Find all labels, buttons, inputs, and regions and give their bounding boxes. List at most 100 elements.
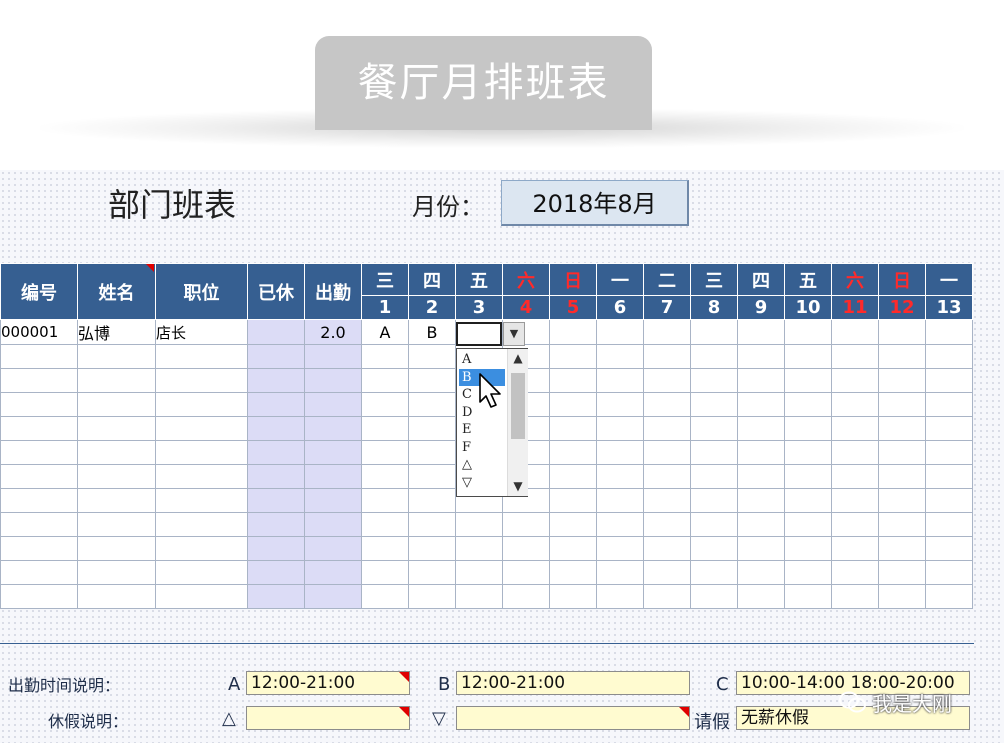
cell-empty[interactable] xyxy=(925,488,973,513)
cell-empty[interactable] xyxy=(690,488,738,513)
cell-empty[interactable] xyxy=(737,344,785,369)
cell-empty[interactable] xyxy=(304,464,362,489)
cell-empty[interactable] xyxy=(549,392,597,417)
cell-empty[interactable] xyxy=(878,344,926,369)
cell-empty[interactable] xyxy=(690,416,738,441)
cell-empty[interactable] xyxy=(737,416,785,441)
cell-empty[interactable] xyxy=(831,392,879,417)
cell-empty[interactable] xyxy=(361,392,409,417)
cell-empty[interactable] xyxy=(549,536,597,561)
cell-empty[interactable] xyxy=(408,536,456,561)
cell-empty[interactable] xyxy=(690,344,738,369)
cell-shift[interactable] xyxy=(925,319,973,345)
cell-empty[interactable] xyxy=(596,440,644,465)
cell-empty[interactable] xyxy=(304,392,362,417)
cell-empty[interactable] xyxy=(878,512,926,537)
cell-empty[interactable] xyxy=(784,464,832,489)
cell-empty[interactable] xyxy=(0,536,78,561)
cell-empty[interactable] xyxy=(831,488,879,513)
leave-value-triangle-down[interactable] xyxy=(456,706,690,730)
cell-empty[interactable] xyxy=(878,464,926,489)
cell-empty[interactable] xyxy=(408,368,456,393)
cell-empty[interactable] xyxy=(596,416,644,441)
cell-shift[interactable] xyxy=(878,319,926,345)
dropdown-button[interactable]: ▼ xyxy=(503,322,525,346)
dropdown-list[interactable]: ▲ ▼ A B C D E F △ ▽ xyxy=(456,348,528,497)
cell-empty[interactable] xyxy=(831,416,879,441)
cell-empty[interactable] xyxy=(247,464,305,489)
cell-empty[interactable] xyxy=(408,416,456,441)
cell-empty[interactable] xyxy=(408,488,456,513)
cell-empty[interactable] xyxy=(925,560,973,585)
cell-empty[interactable] xyxy=(361,464,409,489)
cell-empty[interactable] xyxy=(0,368,78,393)
cell-empty[interactable] xyxy=(77,560,156,585)
cell-shift[interactable] xyxy=(549,319,597,345)
cell-empty[interactable] xyxy=(0,584,78,609)
cell-empty[interactable] xyxy=(0,560,78,585)
leave-value-triangle-up[interactable] xyxy=(246,706,410,730)
cell-empty[interactable] xyxy=(155,440,248,465)
cell-empty[interactable] xyxy=(690,464,738,489)
cell-empty[interactable] xyxy=(737,392,785,417)
cell-empty[interactable] xyxy=(155,392,248,417)
scroll-up-icon[interactable]: ▲ xyxy=(508,351,528,365)
cell-empty[interactable] xyxy=(155,560,248,585)
cell-empty[interactable] xyxy=(784,416,832,441)
cell-empty[interactable] xyxy=(831,440,879,465)
cell-empty[interactable] xyxy=(0,464,78,489)
cell-empty[interactable] xyxy=(690,392,738,417)
cell-empty[interactable] xyxy=(455,560,503,585)
cell-empty[interactable] xyxy=(408,464,456,489)
cell-empty[interactable] xyxy=(784,584,832,609)
cell-empty[interactable] xyxy=(643,488,691,513)
cell-empty[interactable] xyxy=(690,368,738,393)
cell-empty[interactable] xyxy=(0,344,78,369)
cell-empty[interactable] xyxy=(878,416,926,441)
cell-empty[interactable] xyxy=(549,416,597,441)
cell-empty[interactable] xyxy=(77,512,156,537)
cell-empty[interactable] xyxy=(878,536,926,561)
cell-empty[interactable] xyxy=(925,416,973,441)
cell-empty[interactable] xyxy=(247,488,305,513)
cell-empty[interactable] xyxy=(304,560,362,585)
cell-empty[interactable] xyxy=(831,512,879,537)
cell-empty[interactable] xyxy=(784,440,832,465)
month-selector[interactable]: 2018年8月 xyxy=(501,180,689,226)
cell-empty[interactable] xyxy=(690,512,738,537)
cell-empty[interactable] xyxy=(408,440,456,465)
cell-empty[interactable] xyxy=(643,584,691,609)
cell-empty[interactable] xyxy=(247,584,305,609)
cell-empty[interactable] xyxy=(361,536,409,561)
cell-empty[interactable] xyxy=(408,392,456,417)
cell-empty[interactable] xyxy=(784,512,832,537)
cell-empty[interactable] xyxy=(304,368,362,393)
cell-empty[interactable] xyxy=(247,560,305,585)
cell-empty[interactable] xyxy=(643,392,691,417)
cell-empty[interactable] xyxy=(643,416,691,441)
cell-empty[interactable] xyxy=(784,536,832,561)
cell-empty[interactable] xyxy=(77,464,156,489)
cell-empty[interactable] xyxy=(549,512,597,537)
dropdown-option[interactable]: E xyxy=(459,421,505,438)
cell-empty[interactable] xyxy=(737,368,785,393)
dropdown-option[interactable]: A xyxy=(459,351,505,368)
cell-empty[interactable] xyxy=(247,416,305,441)
cell-empty[interactable] xyxy=(831,584,879,609)
cell-shift[interactable] xyxy=(643,319,691,345)
cell-empty[interactable] xyxy=(596,464,644,489)
cell-empty[interactable] xyxy=(690,536,738,561)
cell-empty[interactable] xyxy=(831,536,879,561)
cell-id[interactable]: 000001 xyxy=(0,319,78,345)
cell-empty[interactable] xyxy=(925,344,973,369)
shift-value-b[interactable]: 12:00-21:00 xyxy=(456,671,690,695)
cell-empty[interactable] xyxy=(0,488,78,513)
cell-empty[interactable] xyxy=(925,464,973,489)
cell-empty[interactable] xyxy=(925,512,973,537)
dropdown-option[interactable]: △ xyxy=(459,456,505,473)
cell-empty[interactable] xyxy=(304,416,362,441)
cell-empty[interactable] xyxy=(0,512,78,537)
cell-empty[interactable] xyxy=(361,584,409,609)
dropdown-scrollbar[interactable]: ▲ ▼ xyxy=(507,349,528,496)
cell-empty[interactable] xyxy=(304,440,362,465)
